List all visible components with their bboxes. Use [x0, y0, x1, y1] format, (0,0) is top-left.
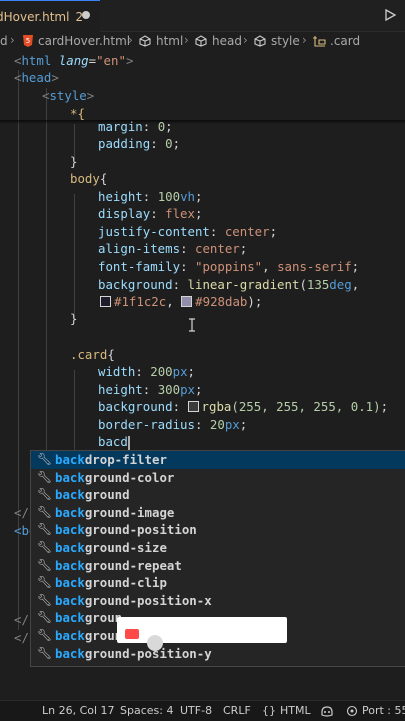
code-line-2: <head>	[14, 70, 59, 85]
wrench-icon: 🔧︎	[37, 645, 53, 660]
color-swatch[interactable]	[100, 296, 111, 307]
breadcrumb-style-label: style	[271, 34, 300, 48]
wrench-icon: 🔧︎	[37, 487, 53, 502]
breadcrumb-file[interactable]: 5 cardHover.html	[22, 34, 130, 48]
breadcrumb-head-label: head	[212, 34, 242, 48]
text-cursor-icon	[189, 318, 195, 332]
code-line-19: height: 300px;	[98, 382, 203, 397]
unsaved-dot-icon[interactable]	[82, 11, 90, 19]
wrench-icon: 🔧︎	[37, 557, 53, 572]
color-swatch[interactable]	[187, 401, 199, 412]
code-line-3: <style>	[42, 88, 95, 103]
status-bar: Ln 26, Col 17 Spaces: 4 UTF-8 CRLF {} HT…	[0, 700, 405, 721]
code-line-7: }	[70, 154, 78, 169]
indent-guide	[74, 370, 75, 450]
suggestion-item[interactable]: 🔧︎ background-repeat	[31, 557, 405, 575]
code-line-8: body{	[70, 171, 108, 186]
code-line-16: }	[70, 311, 78, 326]
breadcrumb-style[interactable]: style	[253, 34, 300, 48]
encoding[interactable]: UTF-8	[180, 704, 212, 717]
wrench-icon: 🔧︎	[37, 522, 53, 537]
css-selector-icon	[313, 36, 326, 47]
breadcrumb: d › 5 cardHover.html › html › head › sty…	[0, 32, 405, 52]
recording-popup[interactable]	[117, 617, 287, 651]
code-line-11: justify-content: center;	[98, 224, 278, 239]
end-of-line[interactable]: CRLF	[223, 704, 251, 717]
code-line-15: #1f1c2c, #928dab);	[100, 293, 405, 311]
breadcrumb-card[interactable]: .card	[312, 34, 360, 48]
language-mode[interactable]: HTML	[280, 704, 311, 717]
indent-guide	[18, 70, 19, 630]
record-icon[interactable]	[125, 629, 139, 639]
wrench-icon: 🔧︎	[37, 539, 53, 554]
suggestion-item[interactable]: 🔧︎ backdrop-filter	[31, 451, 405, 469]
chevron-right-icon: ›	[128, 33, 133, 47]
color-swatch[interactable]	[181, 296, 193, 307]
suggestion-item[interactable]: 🔧︎ background-position	[31, 521, 405, 539]
tab-label: dHover.html	[0, 9, 70, 24]
code-line-6: padding: 0;	[98, 136, 181, 151]
chevron-right-icon: ›	[302, 33, 307, 47]
html5-icon: 5	[23, 35, 33, 47]
code-line-14: background: linear-gradient(135deg,	[98, 277, 360, 292]
element-cube-icon	[254, 35, 266, 47]
chevron-right-icon: ›	[243, 33, 248, 47]
indentation[interactable]: Spaces: 4	[120, 704, 173, 717]
element-cube-icon	[195, 35, 207, 47]
suggestion-item[interactable]: 🔧︎ background-size	[31, 539, 405, 557]
suggestion-item[interactable]: 🔧︎ background-position-y	[31, 645, 405, 663]
code-line-17: .card{	[70, 347, 115, 362]
breadcrumb-html-label: html	[156, 34, 184, 48]
code-line-18: width: 200px;	[98, 364, 196, 379]
code-line-10: display: flex;	[98, 206, 203, 221]
cursor-position[interactable]: Ln 26, Col 17	[42, 704, 115, 717]
code-line-22[interactable]: bacd	[98, 433, 405, 451]
wrench-icon: 🔧︎	[37, 504, 53, 519]
code-line-5: margin: 0;	[98, 119, 173, 134]
code-line-9: height: 100vh;	[98, 189, 203, 204]
copilot-icon[interactable]	[320, 704, 334, 718]
suggestion-item[interactable]: 🔧︎ background-clip	[31, 574, 405, 592]
code-line-1: <html lang="en">	[14, 53, 134, 68]
suggestion-item[interactable]: 🔧︎ background-color	[31, 469, 405, 487]
run-icon[interactable]	[383, 8, 397, 22]
wrench-icon: 🔧︎	[37, 469, 53, 484]
code-line-13: font-family: "poppins", sans-serif;	[98, 259, 360, 274]
wrench-icon: 🔧︎	[37, 452, 53, 466]
breadcrumb-html[interactable]: html	[138, 34, 183, 48]
circle-icon	[147, 635, 163, 651]
wrench-icon: 🔧︎	[37, 575, 53, 590]
code-line-12: align-items: center;	[98, 241, 248, 256]
braces-icon[interactable]: {}	[262, 704, 276, 717]
indent-guide	[74, 194, 75, 318]
breadcrumb-card-label: .card	[330, 34, 361, 48]
breadcrumb-head[interactable]: head	[194, 34, 242, 48]
chevron-right-icon: ›	[10, 33, 15, 47]
chevron-right-icon: ›	[184, 33, 189, 47]
live-server-port[interactable]: Port : 55	[362, 704, 405, 717]
svg-text:5: 5	[26, 37, 30, 45]
suggestion-item[interactable]: 🔧︎ background-position-x	[31, 592, 405, 610]
suggestion-item[interactable]: 🔧︎ background-image	[31, 504, 405, 522]
code-line-21: border-radius: 20px;	[98, 417, 248, 432]
code-line-20: background: rgba(255, 255, 255, 0.1);	[98, 399, 389, 414]
breadcrumb-folder[interactable]: d	[0, 34, 8, 48]
tab-cardhover[interactable]: dHover.html 2	[0, 0, 100, 32]
wrench-icon: 🔧︎	[37, 627, 53, 642]
element-cube-icon	[139, 35, 151, 47]
breadcrumb-file-label: cardHover.html	[38, 34, 131, 48]
wrench-icon: 🔧︎	[37, 592, 53, 607]
suggestion-item[interactable]: 🔧︎ background	[31, 486, 405, 504]
tab-bar: dHover.html 2	[0, 0, 405, 32]
wrench-icon: 🔧︎	[37, 610, 53, 625]
broadcast-icon	[346, 705, 358, 717]
